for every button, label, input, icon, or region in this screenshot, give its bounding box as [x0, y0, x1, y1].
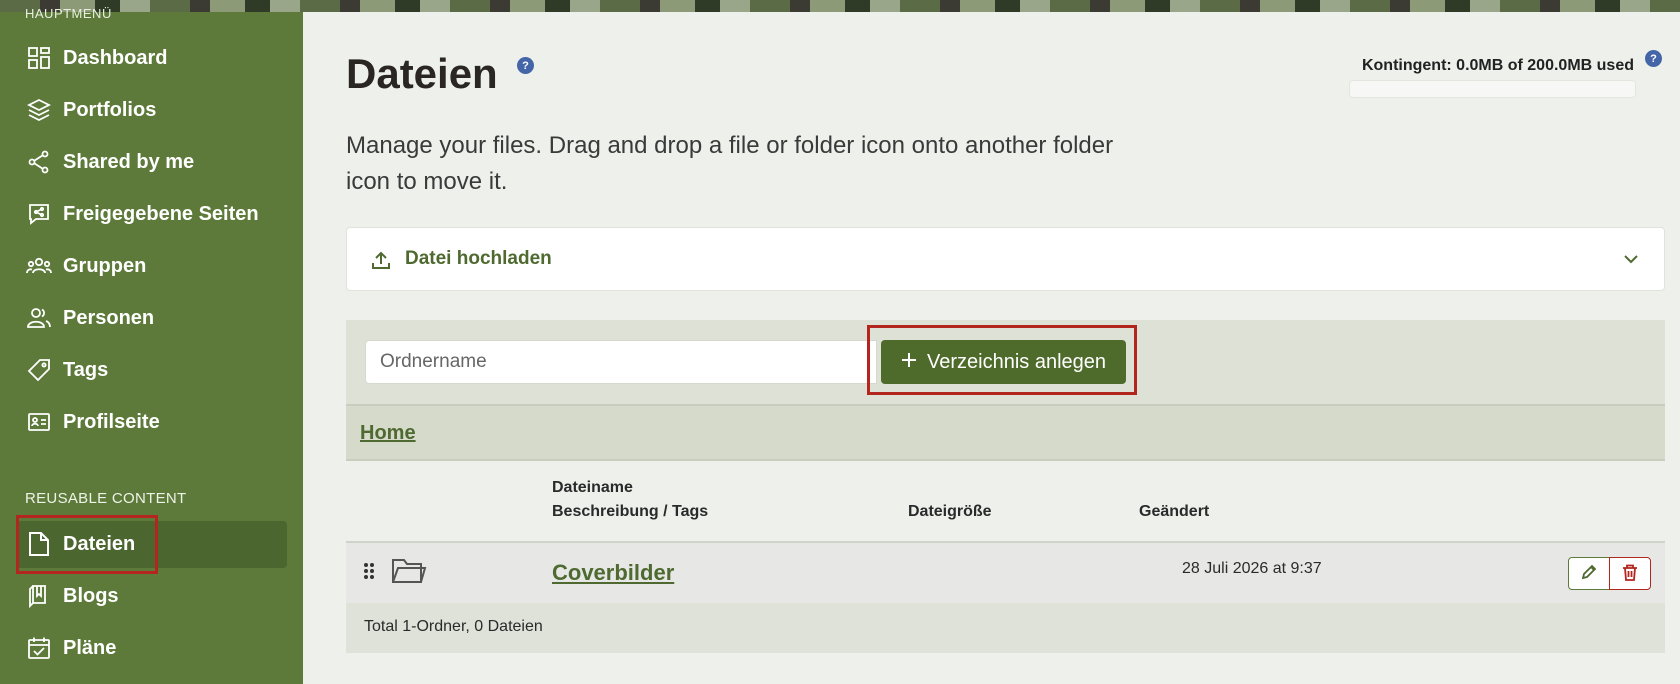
sidebar-item-shared-by-me[interactable]: Shared by me	[0, 138, 303, 186]
column-header-name: Dateiname	[552, 479, 633, 496]
page-title: Dateien	[346, 50, 498, 97]
column-header-modified: Geändert	[1139, 503, 1210, 520]
sidebar-item-portfolios[interactable]: Portfolios	[0, 86, 303, 134]
profile-card-icon	[25, 408, 53, 436]
shared-pages-icon	[25, 200, 53, 228]
layers-icon	[25, 96, 53, 124]
create-folder-button[interactable]: Verzeichnis anlegen	[881, 340, 1126, 384]
sidebar-item-label: Shared by me	[63, 150, 195, 173]
sidebar-item-label: Blogs	[63, 584, 119, 607]
sidebar-item-label: Personen	[63, 306, 155, 329]
delete-button[interactable]	[1609, 557, 1651, 590]
plus-icon	[901, 351, 917, 374]
edit-button[interactable]	[1568, 557, 1610, 590]
quota-text: Kontingent: 0.0MB of 200.0MB used	[1361, 57, 1634, 74]
calendar-check-icon	[25, 634, 53, 662]
file-icon	[25, 530, 53, 558]
sidebar-item-label: Portfolios	[63, 98, 157, 121]
dashboard-icon	[25, 44, 53, 72]
sidebar: HAUPTMENÜ Dashboard Portfolios Shared by…	[0, 6, 303, 684]
sidebar-item-profilseite[interactable]: Profilseite	[0, 398, 303, 446]
column-header-desc-tags: Beschreibung / Tags	[552, 503, 709, 520]
tag-icon	[25, 356, 53, 384]
sidebar-item-label: Dateien	[63, 532, 136, 555]
folder-icon[interactable]	[391, 556, 427, 591]
chevron-down-icon[interactable]	[1622, 250, 1640, 273]
page-description: Manage your files. Drag and drop a file …	[346, 132, 1114, 195]
people-icon	[25, 304, 53, 332]
sidebar-item-freigegebene-seiten[interactable]: Freigegebene Seiten	[0, 190, 303, 238]
header-decoration	[0, 0, 1680, 12]
trash-icon	[1622, 564, 1638, 584]
sidebar-item-label: Profilseite	[63, 410, 160, 433]
active-indicator	[17, 521, 287, 568]
drag-handle-icon[interactable]	[363, 562, 375, 585]
create-folder-label: Verzeichnis anlegen	[926, 350, 1106, 373]
sidebar-heading: HAUPTMENÜ	[25, 6, 112, 21]
create-folder-bar: Verzeichnis anlegen	[346, 320, 1665, 404]
sidebar-item-blogs[interactable]: Blogs	[0, 572, 303, 620]
folder-name-link[interactable]: Coverbilder	[552, 560, 674, 586]
sidebar-section-label: REUSABLE CONTENT	[25, 490, 187, 507]
upload-panel[interactable]: Datei hochladen	[346, 227, 1665, 291]
breadcrumb-home-link[interactable]: Home	[360, 422, 416, 445]
row-actions	[1568, 557, 1651, 590]
column-header-size: Dateigröße	[908, 503, 992, 520]
sidebar-item-dashboard[interactable]: Dashboard	[0, 34, 303, 82]
blog-icon	[25, 582, 53, 610]
table-footer: Total 1-Ordner, 0 Dateien	[346, 603, 1665, 653]
groups-icon	[25, 252, 53, 280]
table-row[interactable]: Coverbilder 28 Juli 2026 at 9:37	[346, 541, 1665, 603]
quota-progress-bar	[1349, 80, 1636, 98]
upload-icon	[371, 250, 391, 275]
breadcrumb: Home	[346, 404, 1665, 461]
upload-label: Datei hochladen	[405, 248, 552, 269]
folder-name-input[interactable]	[365, 340, 877, 384]
sidebar-item-label: Tags	[63, 358, 109, 381]
sidebar-item-label: Dashboard	[63, 46, 168, 69]
modified-date: 28 Juli 2026 at 9:37	[1182, 560, 1322, 577]
sidebar-item-dateien[interactable]: Dateien	[0, 520, 303, 568]
total-count: Total 1-Ordner, 0 Dateien	[364, 618, 543, 635]
sidebar-item-label: Freigegebene Seiten	[63, 202, 259, 225]
main-content: Dateien ? ? Kontingent: 0.0MB of 200.0MB…	[303, 12, 1680, 684]
sidebar-item-gruppen[interactable]: Gruppen	[0, 242, 303, 290]
sidebar-item-tags[interactable]: Tags	[0, 346, 303, 394]
sidebar-item-label: Pläne	[63, 636, 117, 659]
sidebar-item-personen[interactable]: Personen	[0, 294, 303, 342]
sidebar-item-label: Gruppen	[63, 254, 147, 277]
help-icon[interactable]: ?	[517, 57, 534, 74]
pencil-icon	[1581, 564, 1597, 583]
share-icon	[25, 148, 53, 176]
quota-help-icon[interactable]: ?	[1645, 50, 1662, 67]
sidebar-item-plaene[interactable]: Pläne	[0, 624, 303, 672]
